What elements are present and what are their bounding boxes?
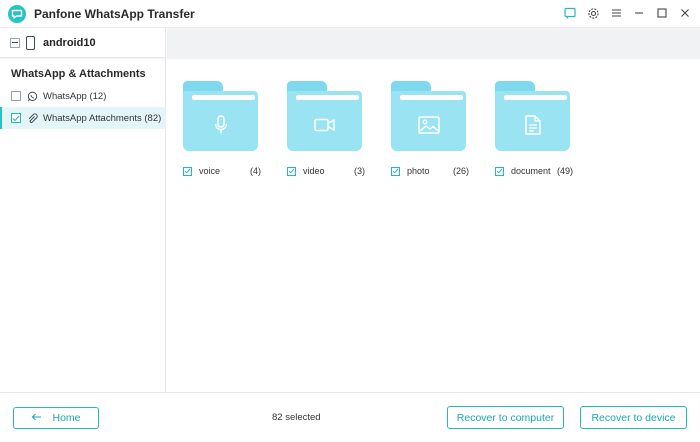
minimize-icon[interactable] (632, 6, 646, 20)
whatsapp-icon (27, 91, 38, 102)
folder-video[interactable]: video (3) (287, 81, 365, 176)
sidebar-item-whatsapp-attachments[interactable]: WhatsApp Attachments (82) (0, 107, 166, 129)
folder-voice[interactable]: voice (4) (183, 81, 261, 176)
folder-icon[interactable] (183, 81, 258, 151)
menu-icon[interactable] (609, 6, 623, 20)
home-button[interactable]: Home (13, 407, 99, 429)
paperclip-icon (27, 112, 38, 124)
folder-checkbox-document[interactable] (495, 166, 504, 176)
folder-name: voice (199, 166, 221, 176)
folder-label-row: voice (4) (183, 164, 263, 178)
arrow-left-icon (31, 412, 42, 424)
folder-name: photo (407, 166, 430, 176)
sidebar-item-whatsapp[interactable]: WhatsApp (12) (0, 85, 166, 107)
sidebar-item-label: WhatsApp (12) (43, 90, 107, 102)
title-bar: Panfone WhatsApp Transfer (0, 0, 700, 28)
folder-checkbox-photo[interactable] (391, 166, 400, 176)
app-title: Panfone WhatsApp Transfer (34, 7, 195, 21)
app-logo-icon (8, 5, 26, 23)
folder-icon[interactable] (495, 81, 570, 151)
section-title: WhatsApp & Attachments (11, 68, 146, 80)
attachments-checkbox[interactable] (11, 113, 21, 123)
home-button-label: Home (52, 412, 81, 424)
folder-count: (49) (556, 166, 573, 176)
folder-label-row: photo (26) (391, 164, 471, 178)
folder-count: (26) (452, 166, 469, 176)
folder-document[interactable]: document (49) (495, 81, 573, 176)
device-row[interactable]: android10 (0, 28, 166, 58)
folder-name: video (303, 166, 325, 176)
close-icon[interactable] (678, 6, 692, 20)
phone-icon (26, 35, 35, 50)
folder-count: (4) (250, 166, 261, 176)
recover-to-computer-button[interactable]: Recover to computer (447, 406, 564, 429)
sidebar: android10 WhatsApp & Attachments WhatsAp… (0, 28, 166, 392)
device-checkbox[interactable] (10, 37, 20, 48)
folder-icon[interactable] (391, 81, 466, 151)
recover-to-device-button[interactable]: Recover to device (580, 406, 687, 429)
settings-icon[interactable] (586, 6, 600, 20)
maximize-icon[interactable] (655, 6, 669, 20)
document-icon (495, 109, 570, 141)
whatsapp-checkbox[interactable] (11, 91, 21, 101)
device-name: android10 (43, 36, 96, 49)
folder-count: (3) (354, 166, 365, 176)
folder-label-row: document (49) (495, 164, 573, 178)
folder-icon[interactable] (287, 81, 362, 151)
folder-photo[interactable]: photo (26) (391, 81, 469, 176)
folder-label-row: video (3) (287, 164, 367, 178)
feedback-icon[interactable] (563, 6, 577, 20)
folder-name: document (511, 166, 551, 176)
folder-checkbox-video[interactable] (287, 166, 296, 176)
microphone-icon (183, 109, 258, 141)
image-icon (391, 109, 466, 141)
main-panel: voice (4) video (3) photo (26) document … (167, 28, 700, 392)
selected-count: 82 selected (272, 412, 321, 423)
sidebar-item-label: WhatsApp Attachments (82) (43, 112, 162, 124)
main-header-bar (167, 28, 700, 59)
video-camera-icon (287, 109, 362, 141)
footer-bar: Home 82 selected Recover to computer Rec… (0, 392, 700, 442)
folder-checkbox-voice[interactable] (183, 166, 192, 176)
